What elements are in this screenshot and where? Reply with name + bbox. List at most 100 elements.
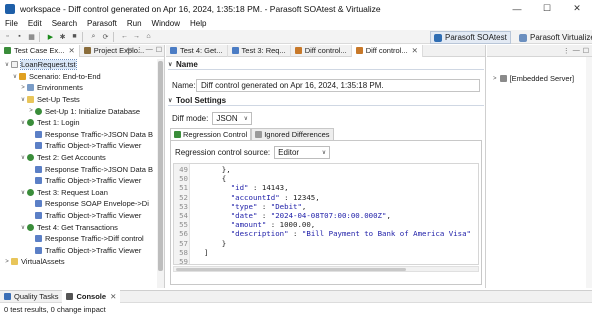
editor-tab[interactable]: Test 3: Req...	[228, 44, 291, 57]
title-bar: workspace - Diff control generated on Ap…	[0, 0, 592, 17]
embedded-server-node[interactable]: > [Embedded Server]	[493, 74, 574, 83]
close-icon[interactable]: ✕	[110, 292, 116, 301]
tree-node[interactable]: Traffic Object->Traffic Viewer	[0, 245, 156, 257]
forward-icon[interactable]: →	[132, 32, 141, 41]
collapse-icon[interactable]: ∨	[168, 97, 176, 104]
tab-console-label: Console	[76, 292, 107, 301]
tree-node[interactable]: > Set-Up 1: Initialize Database	[0, 105, 156, 117]
collapse-icon[interactable]: ∨	[19, 189, 27, 196]
tab-console[interactable]: Console ✕	[62, 290, 121, 303]
collapse-icon[interactable]: ∨	[3, 61, 11, 68]
server-scrollbar[interactable]	[586, 57, 592, 288]
tree-scrollbar[interactable]	[157, 59, 164, 288]
print-icon[interactable]: ▦	[27, 32, 36, 41]
tool-settings-header[interactable]: ∨ Tool Settings	[168, 95, 484, 106]
home-icon[interactable]: ⌂	[144, 32, 153, 41]
close-icon[interactable]: ✕	[68, 46, 74, 55]
expand-icon[interactable]: >	[19, 85, 27, 91]
close-window-button[interactable]: ✕	[562, 0, 592, 17]
minimize-button[interactable]: —	[502, 0, 532, 17]
code-text: "accountId" : 12345,	[190, 193, 320, 202]
collapse-icon[interactable]: ∨	[168, 61, 176, 68]
maximize-view-icon[interactable]: ☐	[583, 47, 589, 55]
refresh-icon[interactable]: ⟳	[101, 32, 110, 41]
menu-file[interactable]: File	[5, 19, 18, 28]
tree-node[interactable]: ∨ Test 3: Request Loan	[0, 187, 156, 199]
menu-search[interactable]: Search	[52, 19, 77, 28]
view-menu-icon[interactable]: ⋮	[563, 47, 570, 55]
perspective-virtualize[interactable]: Parasoft Virtualize	[516, 31, 592, 44]
code-token: : 1000.00,	[266, 220, 316, 230]
tab-quality-tasks[interactable]: Quality Tasks	[0, 290, 62, 303]
tree-node[interactable]: ∨ Test 2: Get Accounts	[0, 152, 156, 164]
perspective-soatest[interactable]: Parasoft SOAtest	[430, 31, 511, 44]
expand-icon[interactable]: >	[3, 259, 11, 265]
tree-node[interactable]: > Environments	[0, 82, 156, 94]
save-icon[interactable]: ▪	[15, 32, 24, 41]
expand-icon[interactable]: >	[493, 76, 497, 82]
tree-node[interactable]: Response Traffic->Diff control	[0, 233, 156, 245]
tree-node[interactable]: > VirtualAssets	[0, 256, 156, 268]
diff-mode-select[interactable]: JSON ∨	[212, 112, 253, 125]
tree-node[interactable]: ∨ Scenario: End-to-End	[0, 71, 156, 83]
menu-window[interactable]: Window	[152, 19, 180, 28]
explorer-icon	[4, 47, 11, 54]
tab-test-case-explorer[interactable]: Test Case Ex... ✕	[0, 44, 80, 57]
collapse-icon[interactable]: ∨	[19, 96, 27, 103]
tree-node[interactable]: Traffic Object->Traffic Viewer	[0, 140, 156, 152]
view-menu-icon[interactable]: ⋮	[136, 46, 143, 54]
menu-run[interactable]: Run	[127, 19, 142, 28]
tree-node[interactable]: ∨ Test 1: Login	[0, 117, 156, 129]
collapse-icon[interactable]: ∨	[19, 119, 27, 126]
collapse-icon[interactable]: ∨	[11, 73, 19, 80]
minimize-view-icon[interactable]: —	[146, 46, 153, 54]
tree-node[interactable]: Traffic Object->Traffic Viewer	[0, 175, 156, 187]
close-icon[interactable]: ✕	[412, 46, 418, 55]
menu-parasoft[interactable]: Parasoft	[87, 19, 117, 28]
code-horizontal-scrollbar[interactable]	[173, 266, 479, 272]
tree-node[interactable]: ∨ Test 4: Get Transactions	[0, 221, 156, 233]
tree-node[interactable]: Response Traffic->JSON Data B	[0, 163, 156, 175]
link-icon[interactable]: ⇆	[127, 46, 133, 54]
new-icon[interactable]: ▫	[3, 32, 12, 41]
name-field[interactable]: Diff control generated on Apr 16, 2024, …	[196, 78, 480, 92]
editor-tab[interactable]: Test 4: Get...	[166, 44, 228, 57]
collapse-icon[interactable]: ∨	[19, 224, 27, 231]
editor-tab-label: Test 3: Req...	[241, 46, 286, 55]
expand-icon[interactable]: >	[27, 108, 35, 114]
menu-help[interactable]: Help	[190, 19, 206, 28]
tree-node[interactable]: ∨ Set-Up Tests	[0, 94, 156, 106]
back-icon[interactable]: ←	[120, 32, 129, 41]
maximize-button[interactable]: ☐	[532, 0, 562, 17]
scrollbar-thumb[interactable]	[158, 61, 163, 271]
stop-icon[interactable]: ■	[70, 32, 79, 41]
scrollbar-thumb[interactable]	[176, 268, 406, 271]
tree-node[interactable]: Response SOAP Envelope->Di	[0, 198, 156, 210]
editor-tab-active[interactable]: Diff control... ✕	[351, 44, 423, 57]
tree-node[interactable]: ∨ LoanRequest.tst	[0, 59, 156, 71]
tab-ignored-differences[interactable]: Ignored Differences	[251, 128, 334, 140]
minimize-view-icon[interactable]: —	[573, 47, 580, 54]
tab-regression-control[interactable]: Regression Control	[170, 128, 252, 140]
menu-edit[interactable]: Edit	[28, 19, 42, 28]
search-icon[interactable]: ⌕	[89, 32, 98, 41]
tree-node-label: Traffic Object->Traffic Viewer	[45, 141, 142, 151]
tree-node[interactable]: Traffic Object->Traffic Viewer	[0, 210, 156, 222]
run-icon[interactable]: ▶	[46, 32, 55, 41]
code-editor[interactable]: 49 }, 50 {51 "id" : 14143, 52 "accountId" …	[173, 163, 479, 265]
editor-tab-label: Test 4: Get...	[180, 46, 223, 55]
regression-source-select[interactable]: Editor ∨	[274, 146, 331, 159]
code-token: {	[204, 174, 227, 184]
bottom-panel-tabs: Quality Tasks Console ✕	[0, 290, 592, 303]
maximize-view-icon[interactable]: ☐	[156, 46, 162, 54]
name-section-header[interactable]: ∨ Name	[168, 59, 484, 70]
regression-icon	[174, 131, 181, 138]
tree-node[interactable]: Response Traffic->JSON Data B	[0, 129, 156, 141]
collapse-icon[interactable]: ∨	[19, 154, 27, 161]
chevron-down-icon: ∨	[243, 116, 249, 122]
editor-tab[interactable]: Diff control...	[291, 44, 352, 57]
debug-icon[interactable]: ✱	[58, 32, 67, 41]
project-icon	[83, 47, 91, 54]
json-string: "2024-04-08T07:00:00.000Z"	[270, 210, 387, 220]
